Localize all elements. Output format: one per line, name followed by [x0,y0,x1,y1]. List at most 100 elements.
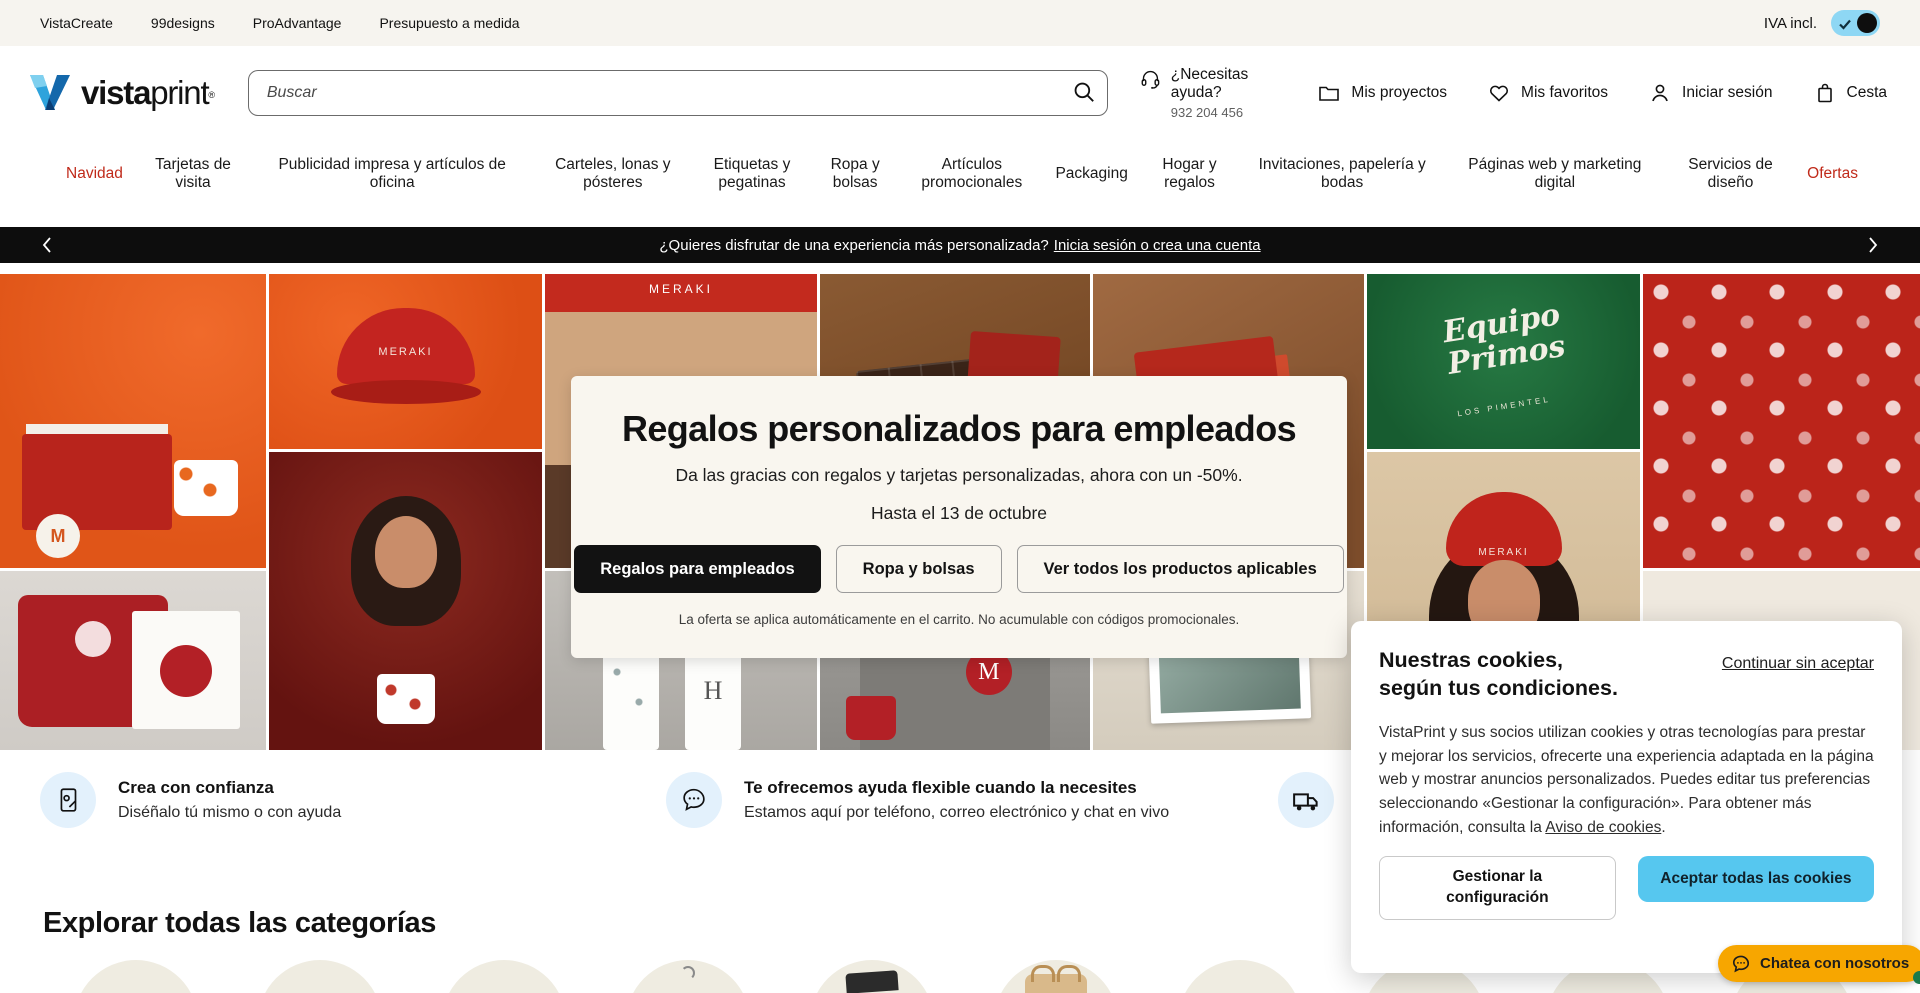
search-button[interactable] [1066,75,1102,111]
hero-deadline: Hasta el 13 de octubre [571,503,1347,524]
nav-item-navidad[interactable]: Navidad [66,165,123,183]
manage-settings-button[interactable]: Gestionar la configuración [1379,856,1616,920]
chat-with-us-button[interactable]: Chatea con nosotros [1718,945,1920,982]
user-icon [1648,81,1672,105]
see-all-products-button[interactable]: Ver todos los productos aplicables [1017,545,1344,593]
continue-without-accepting-link[interactable]: Continuar sin aceptar [1722,655,1874,673]
nav-item-tarjetas-de-visita[interactable]: Tarjetas de visita [146,156,241,193]
design-document-icon [53,785,83,815]
nav-item-carteles[interactable]: Carteles, lonas y pósteres [544,156,682,193]
help-label: ¿Necesitas ayuda? [1171,66,1278,102]
search-icon [1071,79,1097,105]
feature-title: Te ofrecemos ayuda flexible cuando la ne… [744,778,1169,798]
cap-brim-shape [331,380,481,404]
clothing-bags-button[interactable]: Ropa y bolsas [836,545,1002,593]
hero-photo-gift-box-mugs: M [0,274,266,568]
feature-delivery [1278,772,1334,828]
hero-fine-print: La oferta se aplica automáticamente en e… [571,612,1347,627]
category-circle-1[interactable] [74,960,198,993]
vistaprint-logo[interactable]: vistaprint® [27,72,214,114]
folder-icon [1317,81,1341,105]
top-utility-bar: VistaCreate 99designs ProAdvantage Presu… [0,0,1920,46]
tote-bag-shape [132,611,240,729]
cap-shape: MERAKI [337,308,475,384]
main-header: vistaprint® ¿Necesitas ayuda? 932 204 45… [0,46,1920,140]
cookie-banner-title: Nuestras cookies, según tus condiciones. [1379,647,1659,703]
check-icon [1838,17,1852,31]
category-circle-4[interactable] [626,960,750,993]
hanger-icon [681,966,695,980]
link-99designs[interactable]: 99designs [151,15,215,31]
vistaprint-homepage: VistaCreate 99designs ProAdvantage Presu… [0,0,1920,993]
sign-in-button[interactable]: Iniciar sesión [1648,81,1772,105]
link-vistacreate[interactable]: VistaCreate [40,15,113,31]
nav-item-servicios-de-diseno[interactable]: Servicios de diseño [1676,156,1784,193]
vat-toggle[interactable] [1831,10,1880,36]
heart-icon [1487,81,1511,105]
delivery-truck-icon [1291,785,1321,815]
chat-bubble-icon [679,785,709,815]
nav-item-paginas-web[interactable]: Páginas web y marketing digital [1456,156,1654,193]
cookie-notice-link[interactable]: Aviso de cookies [1545,819,1661,836]
category-circle-5[interactable] [810,960,934,993]
category-circle-2[interactable] [258,960,382,993]
employee-gifts-button[interactable]: Regalos para empleados [574,545,820,593]
promo-banner-bar: ¿Quieres disfrutar de una experiencia má… [0,227,1920,263]
shopping-bag-icon [1813,81,1837,105]
chat-bubble-icon [1730,953,1752,975]
partner-links: VistaCreate 99designs ProAdvantage Presu… [40,15,520,31]
chat-button-label: Chatea con nosotros [1760,955,1909,972]
logo-wordmark: vistaprint® [81,74,214,112]
chevron-right-icon [1867,236,1879,254]
nav-item-etiquetas[interactable]: Etiquetas y pegatinas [705,156,800,193]
link-presupuesto[interactable]: Presupuesto a medida [379,15,519,31]
help-phone-number: 932 204 456 [1171,105,1278,120]
accept-all-cookies-button[interactable]: Aceptar todas las cookies [1638,856,1874,902]
wrapping-pattern [1643,274,1920,568]
hero-photo-wrapping-paper [1643,274,1920,568]
category-circle-6[interactable] [994,960,1118,993]
feature-icon-circle [666,772,722,828]
feature-icon-circle [40,772,96,828]
nav-item-articulos-promocionales[interactable]: Artículos promocionales [911,156,1033,193]
my-favorites-button[interactable]: Mis favoritos [1487,81,1608,105]
nav-item-ofertas[interactable]: Ofertas [1807,165,1858,183]
bag-shape [1025,974,1087,993]
online-status-dot [1913,971,1920,984]
cart-button[interactable]: Cesta [1813,81,1888,105]
hero-subtitle: Da las gracias con regalos y tarjetas pe… [571,465,1347,486]
patterned-mug-shape [377,674,435,724]
search-input[interactable] [248,70,1108,116]
round-sticker-shape: M [36,514,80,558]
promo-prev-arrow[interactable] [36,235,58,257]
promo-next-arrow[interactable] [1862,235,1884,257]
nav-item-hogar-y-regalos[interactable]: Hogar y regalos [1151,156,1229,193]
link-proadvantage[interactable]: ProAdvantage [253,15,342,31]
hero-photo-red-cap: MERAKI [269,274,542,449]
chevron-left-icon [41,236,53,254]
nav-item-publicidad-impresa[interactable]: Publicidad impresa y artículos de oficin… [263,156,521,193]
feature-icon-circle [1278,772,1334,828]
category-circle-3[interactable] [442,960,566,993]
category-circle-7[interactable] [1178,960,1302,993]
nav-item-packaging[interactable]: Packaging [1055,165,1127,183]
promo-signin-link[interactable]: Inicia sesión o crea una cuenta [1054,237,1261,254]
help-contact[interactable]: ¿Necesitas ayuda? 932 204 456 [1140,66,1278,120]
cookie-banner-body: VistaPrint y sus socios utilizan cookies… [1379,721,1874,840]
brand-band-text: MERAKI [545,282,817,296]
nav-item-invitaciones[interactable]: Invitaciones, papelería y bodas [1251,156,1433,193]
beanie-shape: MERAKI [1446,492,1562,566]
gift-box-shape [22,434,172,530]
my-projects-button[interactable]: Mis proyectos [1317,81,1447,105]
hero-photo-woman-with-mug [269,452,542,750]
toggle-knob [1857,13,1877,33]
hero-photo-green-hoodie: Equipo Primos LOS PIMENTEL [1367,274,1640,449]
hoodie-subtext: LOS PIMENTEL [1456,395,1550,419]
hero-title: Regalos personalizados para empleados [571,408,1347,450]
face-shape [375,516,437,588]
red-mug-shape [846,696,896,740]
nav-item-ropa-y-bolsas[interactable]: Ropa y bolsas [822,156,888,193]
category-nav: Navidad Tarjetas de visita Publicidad im… [0,140,1920,208]
cookie-consent-banner: Nuestras cookies, según tus condiciones.… [1351,621,1902,973]
feature-subtitle: Estamos aquí por teléfono, correo electr… [744,804,1169,822]
